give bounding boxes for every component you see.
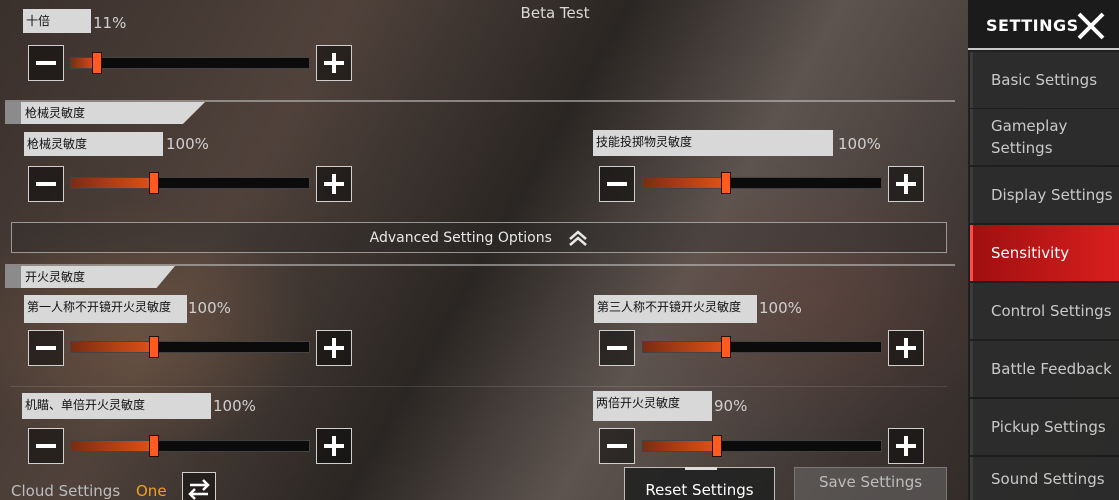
advanced-setting-options-label: Advanced Setting Options — [369, 230, 552, 246]
weapon-sensitivity-label: 枪械灵敏度 — [24, 132, 163, 156]
minus-icon — [36, 61, 56, 65]
weapon-sensitivity-decrease-button[interactable] — [28, 166, 64, 202]
sidebar-item-label: Basic Settings — [991, 71, 1098, 89]
slider-thumb[interactable] — [92, 52, 103, 74]
slider-thumb[interactable] — [149, 172, 160, 194]
sidebar-item-label: Sound Settings — [991, 469, 1105, 488]
section-tab-stub — [5, 102, 21, 124]
sidebar-item-label: Pickup Settings — [991, 418, 1106, 436]
iron-sight-fire-slider[interactable] — [70, 435, 310, 457]
iron-sight-fire-increase-button[interactable] — [316, 428, 352, 464]
sidebar-item-label: Control Settings — [991, 302, 1112, 320]
slider-thumb[interactable] — [149, 336, 160, 358]
zoom-slider[interactable] — [70, 52, 310, 74]
minus-icon — [607, 182, 627, 186]
first-person-hip-fire-value: 100% — [188, 299, 231, 317]
slider-thumb[interactable] — [721, 336, 732, 358]
zoom-label: 十倍 — [23, 9, 91, 33]
first-person-hip-fire-slider[interactable] — [70, 336, 310, 358]
cloud-settings-value: One — [136, 482, 167, 500]
beta-test-title: Beta Test — [520, 4, 590, 22]
skill-throwable-sensitivity-label: 技能投掷物灵敏度 — [593, 130, 833, 156]
first-person-hip-fire-increase-button[interactable] — [316, 330, 352, 366]
weapon-section-title: 枪械灵敏度 — [21, 102, 205, 124]
close-icon[interactable] — [1076, 12, 1106, 40]
zoom-value: 11% — [93, 14, 127, 32]
sidebar-item-label: Gameplay Settings — [991, 117, 1068, 157]
sidebar-item-pickup-settings[interactable]: Pickup Settings — [970, 399, 1119, 455]
third-person-hip-fire-label: 第三人称不开镜开火灵敏度 — [594, 295, 757, 323]
sidebar-item-battle-feedback[interactable]: Battle Feedback — [970, 341, 1119, 397]
fire-section-title: 开火灵敏度 — [21, 266, 175, 288]
slider-thumb[interactable] — [721, 172, 732, 194]
slider-thumb[interactable] — [149, 435, 160, 457]
minus-icon — [607, 444, 627, 448]
weapon-sensitivity-slider[interactable] — [70, 172, 310, 194]
sidebar-item-label: Battle Feedback — [991, 360, 1112, 378]
minus-icon — [36, 346, 56, 350]
2x-fire-increase-button[interactable] — [888, 428, 924, 464]
minus-icon — [36, 444, 56, 448]
row-divider — [11, 386, 947, 387]
sidebar-item-basic-settings[interactable]: Basic Settings — [970, 52, 1119, 108]
minus-icon — [607, 346, 627, 350]
sidebar-item-sensitivity[interactable]: Sensitivity — [970, 225, 1119, 281]
first-person-hip-fire-label: 第一人称不开镜开火灵敏度 — [24, 295, 187, 323]
third-person-hip-fire-decrease-button[interactable] — [599, 330, 635, 366]
2x-fire-slider[interactable] — [642, 435, 882, 457]
cloud-sync-button[interactable] — [182, 472, 216, 500]
minus-icon — [36, 182, 56, 186]
section-divider — [5, 264, 955, 266]
save-settings-button[interactable]: Save Settings — [794, 467, 947, 500]
sidebar-item-label: Sensitivity — [991, 244, 1070, 262]
swap-arrows-icon — [188, 479, 210, 500]
sidebar-item-sound-settings[interactable]: Sound Settings — [970, 457, 1119, 500]
third-person-hip-fire-increase-button[interactable] — [888, 330, 924, 366]
third-person-hip-fire-slider[interactable] — [642, 336, 882, 358]
2x-fire-value: 90% — [714, 397, 748, 415]
sidebar-item-label: Display Settings — [991, 186, 1113, 204]
sidebar-item-gameplay-settings[interactable]: Gameplay Settings — [970, 109, 1119, 165]
third-person-hip-fire-value: 100% — [759, 299, 802, 317]
settings-title: SETTINGS — [986, 16, 1079, 35]
iron-sight-fire-value: 100% — [213, 397, 256, 415]
skill-throwable-slider[interactable] — [642, 172, 882, 194]
slider-thumb[interactable] — [711, 435, 722, 457]
iron-sight-fire-label: 机瞄、单倍开火灵敏度 — [22, 393, 211, 419]
sidebar-item-display-settings[interactable]: Display Settings — [970, 167, 1119, 223]
weapon-sensitivity-value: 100% — [166, 135, 209, 153]
zoom-increase-button[interactable] — [316, 45, 352, 81]
cloud-settings-label: Cloud Settings — [11, 482, 121, 500]
2x-fire-decrease-button[interactable] — [599, 428, 635, 464]
sidebar-item-control-settings[interactable]: Control Settings — [970, 283, 1119, 339]
skill-throwable-sensitivity-value: 100% — [838, 135, 881, 153]
skill-throwable-increase-button[interactable] — [888, 166, 924, 202]
weapon-sensitivity-increase-button[interactable] — [316, 166, 352, 202]
advanced-setting-options-toggle[interactable]: Advanced Setting Options — [11, 222, 947, 253]
2x-fire-label: 两倍开火灵敏度 — [593, 391, 712, 421]
zoom-decrease-button[interactable] — [28, 45, 64, 81]
chevron-up-icon — [569, 230, 588, 246]
iron-sight-fire-decrease-button[interactable] — [28, 428, 64, 464]
section-divider — [5, 100, 955, 102]
skill-throwable-decrease-button[interactable] — [599, 166, 635, 202]
first-person-hip-fire-decrease-button[interactable] — [28, 330, 64, 366]
section-tab-stub — [5, 266, 21, 288]
reset-settings-button[interactable]: Reset Settings — [624, 467, 775, 500]
